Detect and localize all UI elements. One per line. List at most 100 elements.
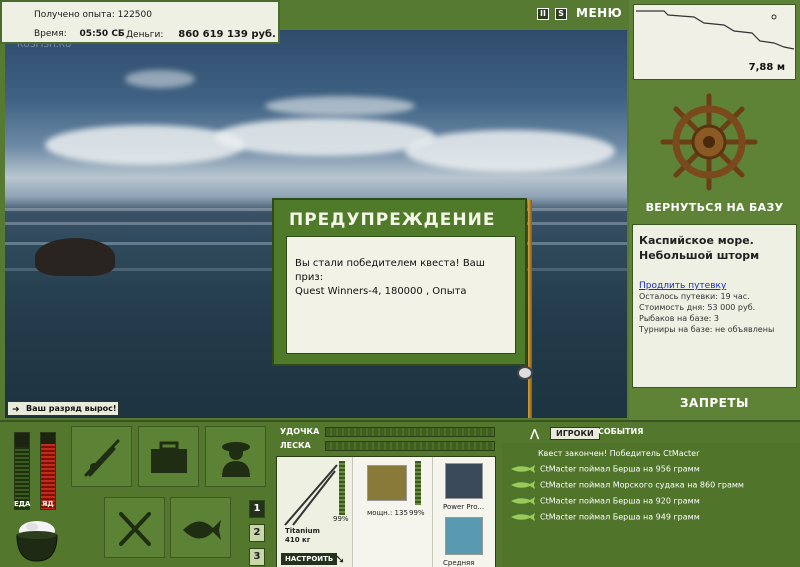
equipment-panel: 99% Titanium 410 кг НАСТРОИТЬ ➘ мощн.: 1…	[276, 456, 496, 567]
reel-condition-bar	[415, 461, 421, 505]
setup-arrow-icon: ➘	[335, 552, 346, 566]
poison-meter	[40, 432, 56, 510]
rock	[35, 238, 115, 276]
fish-icon	[182, 519, 221, 540]
bottom-panel: ЕДА ЯД 1 2 3 УДОЧКА ЛЕСКА 99% Titanium 4…	[0, 420, 800, 567]
tab-players[interactable]: ИГРОКИ	[550, 427, 600, 440]
rod-cell[interactable]: 99% Titanium 410 кг НАСТРОИТЬ ➘	[277, 457, 353, 567]
feed-toggle-icon[interactable]: ⋀	[530, 427, 539, 440]
arrow-right-icon: ➜	[12, 405, 20, 415]
cloud	[215, 118, 435, 156]
sound-icon: S	[555, 8, 567, 20]
bans-button[interactable]: ЗАПРЕТЫ	[629, 396, 800, 410]
extend-permit-link[interactable]: Продлить путевку	[639, 281, 790, 291]
rod-name: Titanium	[285, 527, 320, 535]
reel-cell[interactable]: мощн.: 135 99%	[353, 457, 433, 567]
rods-slot[interactable]	[71, 426, 132, 487]
lure-name: Средняя	[443, 559, 475, 567]
rod-tension-bar	[325, 427, 495, 437]
feed-item: CtMacter поймал Берша на 956 грамм	[510, 464, 700, 474]
cloud	[405, 130, 615, 172]
food-slot[interactable]	[104, 497, 165, 558]
bait-pot-icon[interactable]	[12, 515, 62, 565]
knife-fork-icon	[118, 511, 151, 546]
reel-power: мощн.: 135	[367, 509, 408, 517]
depth-graph: 7,88 м	[633, 4, 796, 80]
money-value: 860 619 139 руб.	[178, 29, 276, 40]
fish-icon	[510, 512, 536, 522]
feed-item: CtMacter поймал Морского судака на 860 г…	[510, 480, 744, 490]
reel-icon	[517, 366, 533, 380]
reel-condition: 99%	[409, 509, 425, 517]
feed-line-0: Квест закончен! Победитель CtMacter	[538, 449, 700, 458]
lure-icon[interactable]	[445, 517, 483, 555]
poison-label: ЯД	[42, 500, 54, 508]
time-label: Время:	[34, 29, 67, 39]
food-label: ЕДА	[14, 500, 31, 508]
sound-button[interactable]: S	[555, 8, 567, 22]
money-label: Деньги:	[126, 30, 164, 40]
dialog-message: Вы стали победителем квеста! Ваш приз: Q…	[286, 236, 516, 354]
food-meter	[14, 432, 30, 510]
feed-item: CtMacter поймал Берша на 949 грамм	[510, 512, 700, 522]
rod-weight: 410 кг	[285, 536, 311, 544]
tackle-box-icon	[150, 441, 187, 473]
fish-icon	[510, 464, 536, 474]
game-screen: RUSFISH.RU Получено опыта: 122500 Время:…	[0, 0, 800, 567]
menu-button[interactable]: МЕНЮ	[576, 6, 622, 20]
feed-tabs: ⋀ ИГРОКИ СОБЫТИЯ	[502, 424, 800, 440]
fish-icon	[510, 480, 536, 490]
setup-button[interactable]: НАСТРОИТЬ	[281, 553, 338, 565]
line-label: ЛЕСКА	[280, 441, 311, 450]
feed-item: CtMacter поймал Берша на 920 грамм	[510, 496, 700, 506]
day-cost: Стоимость дня: 53 000 руб.	[639, 303, 756, 312]
slot-3-button[interactable]: 3	[249, 548, 265, 566]
fishers-count: Рыбаков на базе: 3	[639, 314, 719, 323]
rank-up-notice[interactable]: ➜ Ваш разряд вырос!	[7, 401, 119, 416]
cloud	[125, 70, 195, 88]
location-panel: Каспийское море. Небольшой шторм Продлит…	[632, 224, 797, 388]
pause-icon: II	[537, 8, 549, 20]
rods-icon	[84, 439, 119, 476]
rod-condition: 99%	[333, 515, 349, 523]
float-marker-icon	[771, 14, 777, 20]
fish-icon	[510, 496, 536, 506]
location-title-1: Каспийское море.	[639, 234, 754, 247]
time-value: 05:50 СБ	[79, 29, 125, 39]
slot-1-button[interactable]: 1	[249, 500, 265, 518]
slot-2-button[interactable]: 2	[249, 524, 265, 542]
return-to-base-button[interactable]: ВЕРНУТЬСЯ НА БАЗУ	[629, 201, 800, 214]
dialog-message-line-1: Вы стали победителем квеста! Ваш приз:	[295, 258, 485, 283]
line-tension-bar	[325, 441, 495, 451]
warning-dialog: ПРЕДУПРЕЖДЕНИЕ Вы стали победителем квес…	[272, 198, 527, 366]
tab-events[interactable]: СОБЫТИЯ	[598, 427, 643, 436]
rod-label: УДОЧКА	[280, 427, 320, 436]
cloud	[265, 96, 415, 116]
feed-line-4: CtMacter поймал Берша на 949 грамм	[540, 512, 700, 522]
rank-up-text: Ваш разряд вырос!	[26, 404, 117, 413]
catch-slot[interactable]	[170, 497, 231, 558]
depth-value: 7,88 м	[748, 62, 785, 73]
event-feed: Квест закончен! Победитель CtMacter CtMa…	[502, 443, 800, 567]
tackle-box-slot[interactable]	[138, 426, 199, 487]
player-info-panel: Получено опыта: 122500 Время: 05:50 СБ Д…	[0, 0, 280, 44]
xp-value: 122500	[117, 10, 152, 20]
fisherman-slot[interactable]	[205, 426, 266, 487]
feed-line-3: CtMacter поймал Берша на 920 грамм	[540, 496, 700, 506]
rod-condition-bar	[339, 461, 345, 515]
tournaments-status: Турниры на базе: не объявлены	[639, 325, 775, 334]
ship-wheel-icon[interactable]	[659, 92, 759, 192]
fishing-rod	[528, 200, 532, 418]
pause-button[interactable]: II	[537, 8, 549, 22]
fisherman-icon	[221, 441, 250, 477]
cloud	[45, 125, 245, 165]
line-cell[interactable]: Power Pro... Средняя	[433, 457, 497, 567]
permit-remaining: Осталось путевки: 19 час.	[639, 292, 750, 301]
dialog-title: ПРЕДУПРЕЖДЕНИЕ	[289, 210, 496, 230]
feed-line-2: CtMacter поймал Морского судака на 860 г…	[540, 480, 744, 490]
line-name: Power Pro...	[443, 503, 485, 511]
reel-item-icon	[367, 465, 407, 501]
line-spool-icon	[445, 463, 483, 499]
feed-line-1: CtMacter поймал Берша на 956 грамм	[540, 464, 700, 474]
dialog-message-line-2: Quest Winners-4, 180000 , Опыта	[295, 286, 467, 297]
